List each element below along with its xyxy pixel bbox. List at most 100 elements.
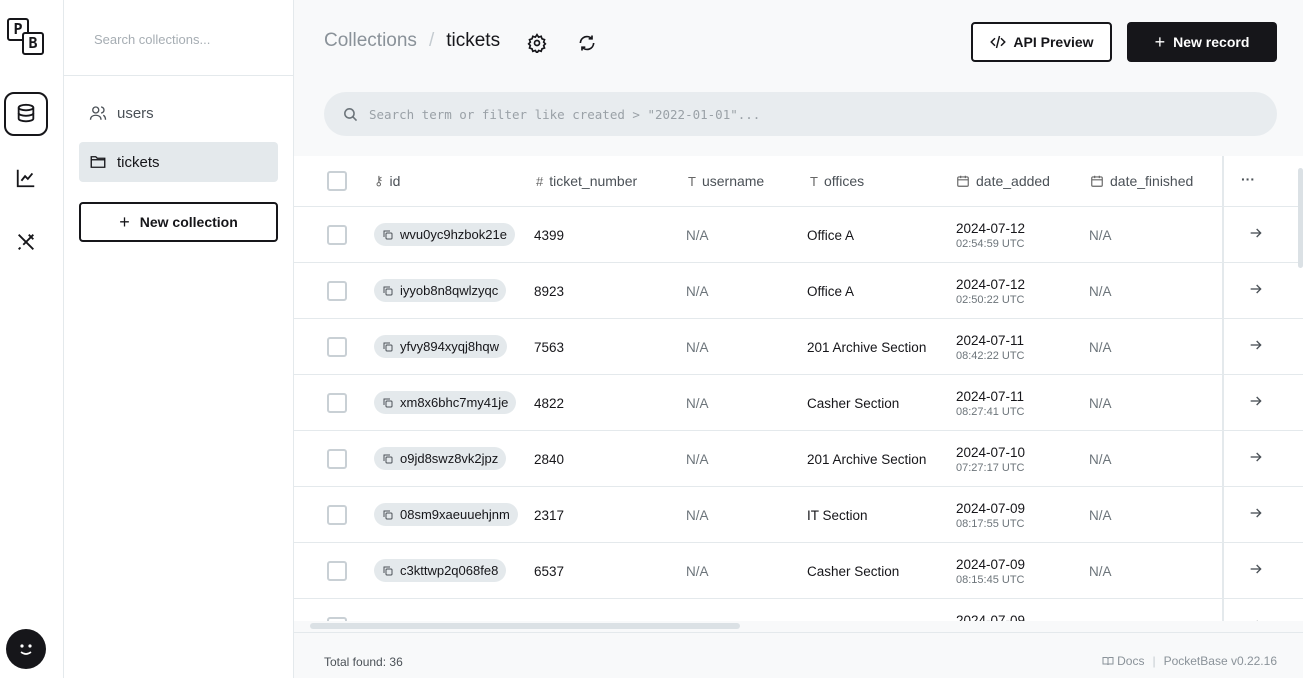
column-header-label: ticket_number — [549, 173, 638, 189]
users-icon — [89, 106, 107, 120]
row-checkbox[interactable] — [327, 337, 347, 357]
row-checkbox[interactable] — [327, 449, 347, 469]
text-icon: T — [810, 173, 818, 189]
breadcrumb-root[interactable]: Collections — [324, 30, 417, 52]
table-row[interactable]: xm8x6bhc7my41je 4822 N/A Casher Section 2024… — [294, 375, 1303, 431]
sidebar-item-users[interactable]: users — [79, 93, 278, 133]
arrow-right-icon[interactable] — [1248, 281, 1264, 297]
arrow-right-icon[interactable] — [1248, 449, 1264, 465]
calendar-icon — [957, 175, 969, 187]
record-id-pill[interactable]: yfvy894xyqj8hqw — [374, 335, 507, 358]
code-icon — [990, 35, 1007, 49]
cell-date-added-time: 07:27:17 UTC — [956, 462, 1025, 474]
record-id-pill[interactable]: xm8x6bhc7my41je — [374, 391, 517, 414]
cell-username: N/A — [686, 340, 709, 355]
main-panel: Collections / tickets API Preview + New … — [294, 0, 1303, 678]
table-row[interactable]: c3kttwp2q068fe8 6537 N/A Casher Section 2024… — [294, 543, 1303, 599]
key-icon: ⚷ — [374, 173, 384, 188]
plus-icon: + — [119, 211, 130, 232]
arrow-right-icon[interactable] — [1248, 225, 1264, 241]
plus-icon: + — [1154, 31, 1166, 52]
arrow-right-icon[interactable] — [1248, 561, 1264, 577]
column-header-username[interactable]: T username — [688, 173, 764, 189]
cell-date-added: 2024-07-09 — [956, 501, 1026, 516]
cell-date-added-time: 02:54:59 UTC — [956, 238, 1025, 250]
cell-date-added: 2024-07-09 — [956, 613, 1026, 621]
refresh-button[interactable] — [576, 32, 598, 54]
cell-date-finished: N/A — [1089, 508, 1112, 523]
cell-offices: 201 Archive Section — [807, 340, 927, 355]
record-id: wvu0yc9hzbok21e — [400, 227, 507, 242]
cell-date-added-time: 02:50:22 UTC — [956, 294, 1025, 306]
row-checkbox[interactable] — [327, 561, 347, 581]
column-header-id[interactable]: ⚷ id — [374, 173, 400, 189]
cell-offices: Office A — [807, 228, 855, 243]
record-id-pill[interactable]: 08sm9xaeuuehjnm — [374, 503, 518, 526]
copy-icon — [383, 230, 393, 239]
table-row[interactable]: o9jd8swz8vk2jpz 2840 N/A 201 Archive Sectio… — [294, 431, 1303, 487]
record-id-pill[interactable]: wvu0yc9hzbok21e — [374, 223, 515, 246]
table-header: ⚷ id # ticket_number T username T office… — [294, 156, 1303, 207]
cell-offices: Casher Section — [807, 564, 900, 579]
table-row[interactable]: yfvy894xyqj8hqw 7563 N/A 201 Archive Sectio… — [294, 319, 1303, 375]
user-avatar[interactable] — [6, 629, 46, 669]
column-header-offices[interactable]: T offices — [810, 173, 864, 189]
cell-date-added: 2024-07-10 — [956, 445, 1026, 460]
arrow-right-icon[interactable] — [1248, 393, 1264, 409]
record-id-pill[interactable]: iyyob8n8qwlzyqc — [374, 279, 507, 302]
cell-date-finished: N/A — [1089, 228, 1112, 243]
row-checkbox[interactable] — [327, 505, 347, 525]
copy-icon — [383, 342, 393, 351]
sidebar-item-label: users — [117, 104, 154, 122]
arrow-right-icon[interactable] — [1248, 505, 1264, 521]
cell-date-added: 2024-07-11 — [956, 389, 1025, 404]
row-checkbox[interactable] — [327, 393, 347, 413]
rail-collections-button[interactable] — [4, 92, 48, 136]
table-row[interactable]: 08sm9xaeuuehjnm 2317 N/A IT Section 2024-07-… — [294, 487, 1303, 543]
column-header-ticket-number[interactable]: # ticket_number — [536, 173, 637, 189]
collections-search-input[interactable] — [82, 24, 282, 54]
table-row[interactable]: 2024-07-09 — [294, 599, 1303, 621]
collections-sidebar: users tickets + New collection — [64, 0, 294, 678]
collection-settings-button[interactable] — [526, 32, 548, 54]
pocketbase-logo[interactable]: P B — [7, 18, 45, 56]
record-id-pill[interactable]: o9jd8swz8vk2jpz — [374, 447, 507, 470]
new-record-button[interactable]: + New record — [1127, 22, 1277, 62]
row-checkbox[interactable] — [327, 225, 347, 245]
horizontal-scrollbar[interactable] — [310, 623, 740, 629]
api-preview-button[interactable]: API Preview — [971, 22, 1112, 62]
new-collection-button[interactable]: + New collection — [79, 202, 278, 242]
collections-search-bar — [64, 0, 293, 76]
column-header-date-finished[interactable]: date_finished — [1090, 173, 1193, 189]
sidebar-item-tickets[interactable]: tickets — [79, 142, 278, 182]
cell-date-added: 2024-07-11 — [956, 333, 1025, 348]
arrow-right-icon[interactable] — [1248, 337, 1264, 353]
table-row[interactable]: iyyob8n8qwlzyqc 8923 N/A Office A 2024-07-12… — [294, 263, 1303, 319]
select-all-checkbox[interactable] — [327, 171, 347, 191]
records-table: ⚷ id # ticket_number T username T office… — [294, 156, 1303, 621]
total-found: Total found: 36 — [324, 655, 403, 669]
version-link[interactable]: PocketBase v0.22.16 — [1164, 654, 1277, 668]
gear-icon — [527, 33, 547, 53]
sidebar-item-label: tickets — [117, 153, 160, 171]
cell-date-finished: N/A — [1089, 340, 1112, 355]
columns-menu-button[interactable]: ··· — [1241, 171, 1255, 187]
record-id: iyyob8n8qwlzyqc — [400, 283, 499, 298]
records-search-input[interactable] — [369, 106, 1249, 122]
column-header-label: date_added — [976, 173, 1050, 189]
docs-link[interactable]: Docs — [1117, 654, 1144, 668]
cell-date-added-time: 08:27:41 UTC — [956, 406, 1025, 418]
table-row[interactable]: wvu0yc9hzbok21e 4399 N/A Office A 2024-07-12… — [294, 207, 1303, 263]
vertical-scrollbar[interactable] — [1298, 168, 1303, 268]
cell-ticket-number: 6537 — [534, 564, 565, 579]
record-id-pill[interactable]: c3kttwp2q068fe8 — [374, 559, 507, 582]
record-id: xm8x6bhc7my41je — [400, 395, 509, 410]
column-header-date-added[interactable]: date_added — [956, 173, 1050, 189]
calendar-icon — [1091, 175, 1103, 187]
rail-settings-button[interactable] — [4, 220, 48, 264]
column-header-label: username — [701, 173, 765, 189]
rail-logs-button[interactable] — [4, 156, 48, 200]
logo-letter-b: B — [22, 32, 44, 55]
chart-line-icon — [16, 169, 35, 188]
row-checkbox[interactable] — [327, 281, 347, 301]
